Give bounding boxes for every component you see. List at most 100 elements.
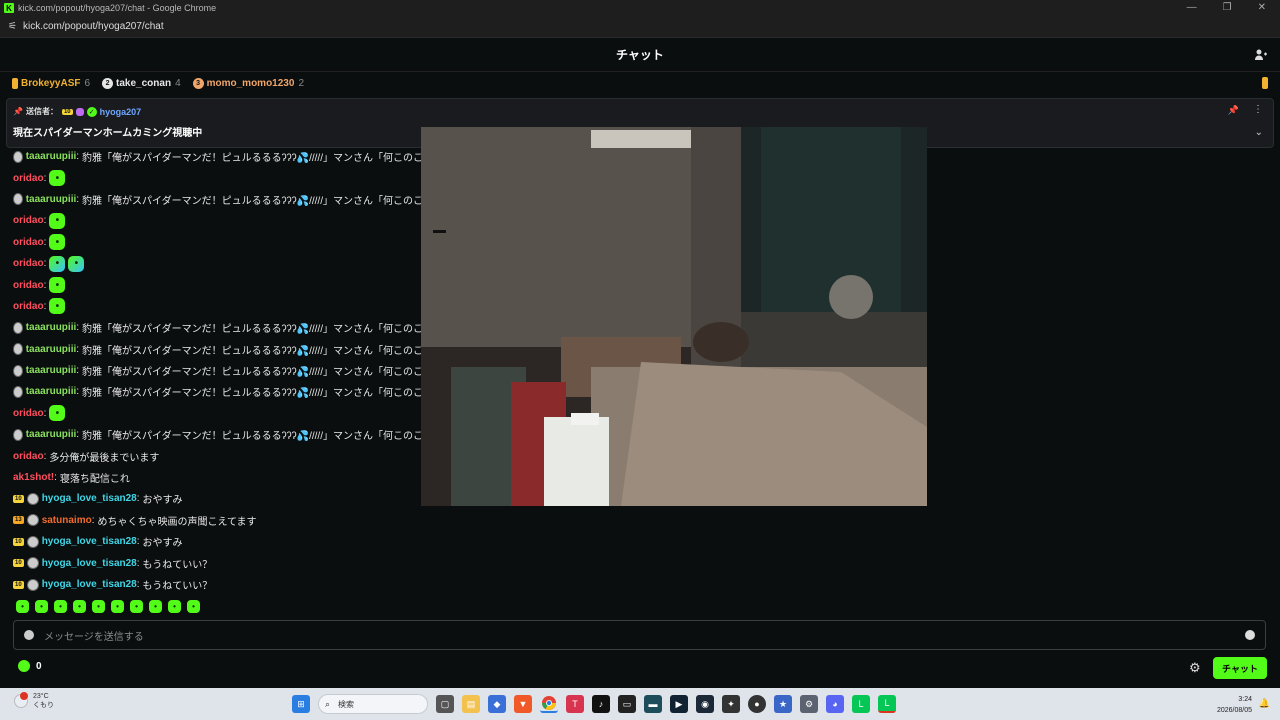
chat-input[interactable]: メッセージを送信する <box>13 620 1266 650</box>
address-bar[interactable]: ⚟ kick.com/popout/hyoga207/chat <box>0 16 1280 38</box>
chat-username[interactable]: hyoga_love_tisan28 <box>42 558 137 569</box>
gifter-name[interactable]: take_conan <box>116 78 171 89</box>
chat-username[interactable]: oridao <box>13 408 44 419</box>
chat-username[interactable]: ak1shot! <box>13 472 54 483</box>
chat-username[interactable]: oridao <box>13 215 44 226</box>
kick-emote-icon[interactable]: • <box>49 298 66 315</box>
quick-emote-icon[interactable]: • <box>130 600 143 613</box>
top-gifter-item[interactable]: 2 take_conan 4 <box>102 77 181 89</box>
chat-username[interactable]: oridao <box>13 280 44 291</box>
channel-points[interactable]: 0 <box>18 660 42 672</box>
avatar <box>13 428 23 441</box>
site-settings-icon[interactable]: ⚟ <box>8 21 17 32</box>
user-settings-icon[interactable] <box>1254 48 1268 62</box>
gifter-name[interactable]: momo_momo1230 <box>207 78 295 89</box>
chat-username[interactable]: taaaruupiii <box>26 322 77 333</box>
kick-emote-icon[interactable]: • <box>49 277 66 294</box>
app-dark-icon[interactable]: ▭ <box>618 695 636 713</box>
chat-username[interactable]: taaaruupiii <box>26 386 77 397</box>
quick-emote-icon[interactable]: • <box>35 600 48 613</box>
quick-emote-icon[interactable]: • <box>73 600 86 613</box>
kick-emote-icon[interactable]: • <box>49 234 66 251</box>
minimize-icon[interactable]: — <box>1187 2 1197 13</box>
chat-username[interactable]: taaaruupiii <box>26 429 77 440</box>
chat-username[interactable]: oridao <box>13 237 44 248</box>
chat-username[interactable]: oridao <box>13 451 44 462</box>
brave-browser-icon[interactable]: ▼ <box>514 695 532 713</box>
line-active-icon[interactable]: L <box>878 695 896 713</box>
more-options-icon[interactable]: ⋮ <box>1253 104 1263 115</box>
quick-emote-icon[interactable]: • <box>187 600 200 613</box>
app-star-icon[interactable]: ★ <box>774 695 792 713</box>
quick-emote-icon[interactable]: • <box>111 600 124 613</box>
quick-emote-icon[interactable]: • <box>54 600 67 613</box>
chrome-icon[interactable] <box>540 695 558 713</box>
windows-start-icon[interactable]: ⊞ <box>292 695 310 713</box>
video-player[interactable] <box>421 127 927 506</box>
app-red-icon[interactable]: T <box>566 695 584 713</box>
chat-username[interactable]: taaaruupiii <box>26 194 77 205</box>
kick-emote-icon[interactable]: • <box>49 405 66 422</box>
restore-icon[interactable]: ❐ <box>1223 2 1232 13</box>
chat-message-text: 豹雅「俺がスパイダーマンだ！ピュルるるるʔʔʔ💦/////」マンさん「何このこの <box>82 195 433 207</box>
kick-emote-icon[interactable]: • <box>49 255 66 272</box>
chat-username[interactable]: oridao <box>13 258 44 269</box>
chat-identity-icon[interactable] <box>24 630 34 640</box>
chat-message: oridao: • <box>13 210 433 231</box>
chevron-down-icon[interactable]: ⌄ <box>1255 127 1263 138</box>
weather-widget[interactable]: 23°C くもり <box>14 692 54 710</box>
gifters-expand-badge[interactable] <box>1262 77 1268 89</box>
gifter-rank-badge: 2 <box>102 77 114 89</box>
chat-settings-gear-icon[interactable]: ⚙ <box>1189 660 1201 676</box>
chat-username[interactable]: taaaruupiii <box>26 365 77 376</box>
task-view-icon[interactable]: ▢ <box>436 695 454 713</box>
chat-username[interactable]: hyoga_love_tisan28 <box>42 536 137 547</box>
pinned-host-name[interactable]: hyoga207 <box>100 107 142 117</box>
discord-icon[interactable]: ◕ <box>826 695 844 713</box>
chat-message: oridao: • • <box>13 253 433 274</box>
chat-username[interactable]: oridao <box>13 173 44 184</box>
kick-emote-icon[interactable]: • <box>49 170 66 187</box>
app-green-icon[interactable]: ▶ <box>670 695 688 713</box>
username-separator: : <box>76 365 80 377</box>
chat-username[interactable]: hyoga_love_tisan28 <box>42 493 137 504</box>
notification-bell-icon[interactable]: 🔔 <box>1259 698 1270 709</box>
system-clock[interactable]: 3:24 2026/08/05 <box>1217 694 1252 716</box>
app-teal-icon[interactable]: ▬ <box>644 695 662 713</box>
unpin-icon[interactable]: 📌 <box>1228 105 1239 116</box>
steam-icon[interactable]: ◉ <box>696 695 714 713</box>
chat-username[interactable]: satunaimo <box>42 515 92 526</box>
obs-icon[interactable]: ● <box>748 695 766 713</box>
quick-emote-icon[interactable]: • <box>149 600 162 613</box>
taskbar-search-placeholder: 検索 <box>338 699 355 709</box>
chat-username[interactable]: hyoga_love_tisan28 <box>42 579 137 590</box>
top-gifter-item[interactable]: 3 momo_momo1230 2 <box>192 77 304 89</box>
quick-emote-icon[interactable]: • <box>92 600 105 613</box>
chat-input-placeholder[interactable]: メッセージを送信する <box>44 628 144 643</box>
tiktok-icon[interactable]: ♪ <box>592 695 610 713</box>
top-gifter-item[interactable]: BrokeyyASF 6 <box>12 77 90 89</box>
quick-emote-icon[interactable]: • <box>16 600 29 613</box>
close-icon[interactable]: ✕ <box>1258 2 1266 13</box>
url-text[interactable]: kick.com/popout/hyoga207/chat <box>23 21 164 32</box>
page-title: チャット <box>616 48 664 62</box>
chat-username[interactable]: oridao <box>13 301 44 312</box>
file-explorer-icon[interactable]: ▤ <box>462 695 480 713</box>
pin-icon: 📌 <box>13 107 23 116</box>
app-gray-icon[interactable]: ✦ <box>722 695 740 713</box>
taskbar-search[interactable]: ⌕ 検索 <box>318 694 428 714</box>
line-icon[interactable]: L <box>852 695 870 713</box>
kick-emote-icon[interactable]: • <box>68 255 85 272</box>
emoji-picker-icon[interactable] <box>1245 630 1255 640</box>
send-chat-button[interactable]: チャット <box>1213 657 1267 679</box>
settings-gear-icon[interactable]: ⚙ <box>800 695 818 713</box>
gifter-name[interactable]: BrokeyyASF <box>21 78 80 89</box>
chat-username[interactable]: taaaruupiii <box>26 344 77 355</box>
quick-emote-icon[interactable]: • <box>168 600 181 613</box>
username-separator: : <box>76 193 80 205</box>
chat-username[interactable]: taaaruupiii <box>26 151 77 162</box>
chat-message-text: おやすみ <box>142 538 183 550</box>
chat-message: 10 hyoga_love_tisan28: もうねていい？ <box>13 552 433 573</box>
app-blue-icon[interactable]: ◆ <box>488 695 506 713</box>
kick-emote-icon[interactable]: • <box>49 212 66 229</box>
